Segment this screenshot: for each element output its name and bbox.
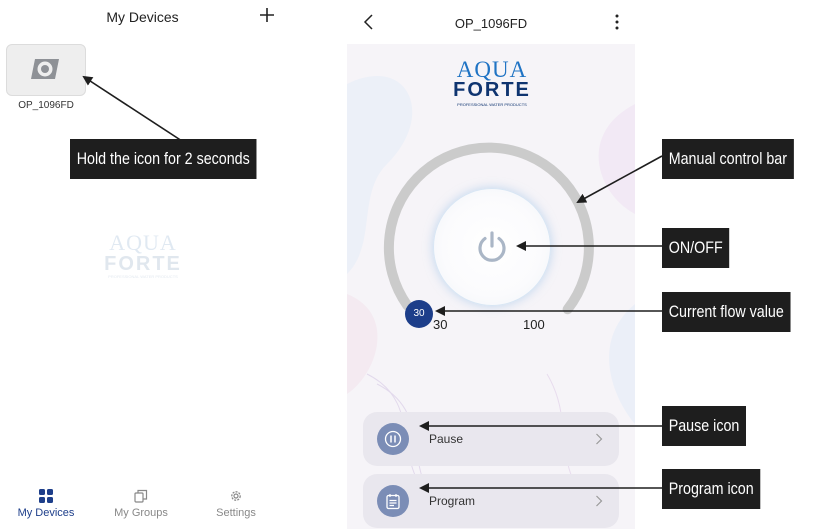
- callout-manual-control-bar: Manual control bar: [662, 139, 794, 179]
- page-title: My Devices: [106, 9, 179, 25]
- current-flow-knob[interactable]: 30: [405, 300, 433, 328]
- callout-on-off: ON/OFF: [662, 228, 730, 268]
- device-control-screen: OP_1096FD AQUA FORTE PROFESSIONAL WATER …: [347, 0, 635, 529]
- nav-my-groups[interactable]: My Groups: [101, 485, 181, 519]
- bottom-navigation: My Devices My Groups Settings: [0, 485, 285, 529]
- pause-label: Pause: [429, 432, 464, 446]
- callout-program-icon: Program icon: [662, 469, 761, 509]
- groups-icon: [134, 489, 148, 503]
- gear-icon: [231, 491, 241, 501]
- nav-settings[interactable]: Settings: [196, 485, 276, 519]
- flow-max-label: 100: [523, 317, 545, 332]
- pump-device-icon: [31, 59, 59, 79]
- callout-current-flow: Current flow value: [662, 292, 791, 332]
- nav-label: Settings: [216, 507, 256, 519]
- power-icon: [478, 231, 506, 262]
- flow-min-label: 30: [433, 317, 448, 332]
- calendar-icon: [377, 485, 409, 517]
- callout-pause-icon: Pause icon: [662, 406, 747, 446]
- nav-label: My Groups: [114, 507, 168, 519]
- program-row[interactable]: Program: [363, 474, 619, 528]
- nav-my-devices[interactable]: My Devices: [6, 485, 86, 519]
- add-device-plus-icon[interactable]: [257, 5, 277, 25]
- chevron-right-icon: [596, 495, 603, 507]
- pause-icon: [377, 423, 409, 455]
- my-devices-screen: My Devices OP_1096FD AQUA FORTE PROFESSI…: [0, 0, 290, 529]
- grid-icon: [39, 489, 53, 503]
- program-label: Program: [429, 494, 476, 508]
- callout-hold-icon: Hold the icon for 2 seconds: [70, 139, 257, 179]
- pause-row[interactable]: Pause: [363, 412, 619, 466]
- power-toggle-button[interactable]: [433, 188, 551, 306]
- device-tile[interactable]: [6, 44, 86, 96]
- nav-label: My Devices: [17, 507, 75, 519]
- device-name-label: OP_1096FD: [18, 100, 74, 111]
- aquaforte-watermark-logo: AQUA FORTE PROFESSIONAL WATER PRODUCTS: [104, 230, 182, 280]
- chevron-right-icon: [596, 433, 603, 445]
